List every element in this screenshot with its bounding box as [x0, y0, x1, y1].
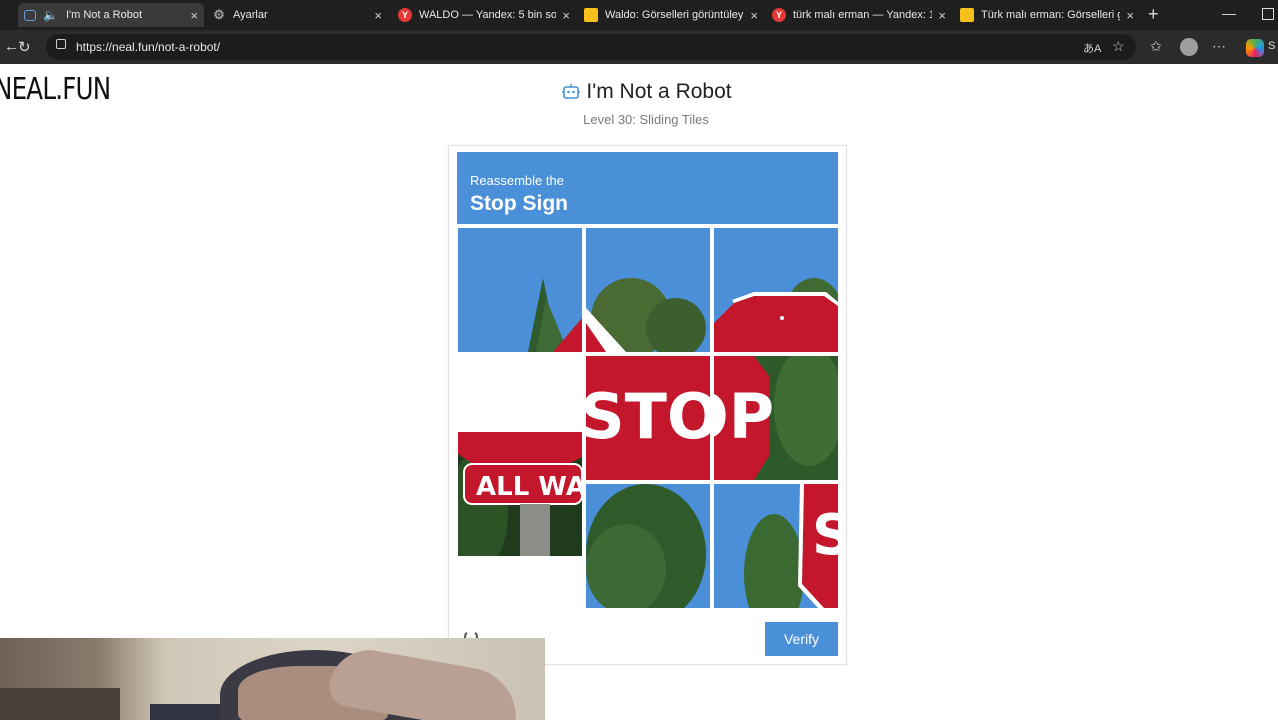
sliding-tile-grid: STO OP ALL WAY: [458, 228, 838, 608]
speaker-icon[interactable]: 🔈: [43, 8, 58, 22]
page-title: I'm Not a Robot: [562, 80, 732, 104]
captcha-instruction: Reassemble the: [470, 173, 564, 188]
new-tab-button[interactable]: +: [1148, 4, 1159, 25]
tab-title: türk malı erman — Yandex: 1: [793, 9, 933, 21]
captcha-target: Stop Sign: [470, 192, 568, 215]
url-text[interactable]: https://neal.fun/not-a-robot/: [76, 40, 220, 54]
image-search-icon: [960, 8, 974, 22]
tab-waldo-images[interactable]: Waldo: Görselleri görüntüley ×: [578, 3, 764, 27]
tab-bar: 🔈 I'm Not a Robot × ⚙ Ayarlar × Y WALDO …: [0, 0, 1278, 30]
favorite-star-icon[interactable]: ☆: [1112, 38, 1125, 55]
puzzle-tile[interactable]: STO: [586, 356, 710, 480]
favorites-icon[interactable]: ✩: [1150, 38, 1162, 55]
robot-icon: [562, 84, 581, 99]
tab-turk-mali-images[interactable]: Türk malı erman: Görselleri g ×: [954, 3, 1140, 27]
address-bar: ← ↻ https://neal.fun/not-a-robot/ あA ☆ ✩…: [0, 30, 1278, 64]
url-field[interactable]: https://neal.fun/not-a-robot/: [46, 34, 1136, 60]
svg-text:ALL WAY: ALL WAY: [476, 472, 582, 502]
sidebar-label: S: [1268, 40, 1276, 52]
close-tab-icon[interactable]: ×: [190, 8, 198, 23]
puzzle-tile[interactable]: [586, 484, 710, 608]
close-tab-icon[interactable]: ×: [562, 8, 570, 23]
close-tab-icon[interactable]: ×: [750, 8, 758, 23]
site-info-icon[interactable]: [56, 39, 66, 49]
robot-icon: [24, 9, 36, 21]
more-menu-icon[interactable]: ⋯: [1212, 38, 1226, 55]
close-tab-icon[interactable]: ×: [1126, 8, 1134, 23]
puzzle-tile[interactable]: S: [714, 484, 838, 608]
puzzle-tile[interactable]: OP: [714, 356, 838, 480]
puzzle-tile[interactable]: [714, 228, 838, 352]
svg-text:S: S: [812, 503, 838, 568]
minimize-icon[interactable]: —: [1222, 5, 1236, 21]
reload-icon[interactable]: ↻: [18, 38, 31, 56]
level-subtitle: Level 30: Sliding Tiles: [583, 112, 709, 127]
webcam-overlay: [0, 638, 545, 720]
tab-waldo-yandex[interactable]: Y WALDO — Yandex: 5 bin son ×: [392, 3, 576, 27]
page-header: I'm Not a Robot: [0, 80, 1278, 105]
tab-title: Waldo: Görselleri görüntüley: [605, 9, 744, 21]
webcam-background-shelf: [0, 688, 120, 720]
tab-turk-mali-yandex[interactable]: Y türk malı erman — Yandex: 1 ×: [766, 3, 952, 27]
page-title-text: I'm Not a Robot: [586, 80, 732, 103]
puzzle-tile[interactable]: ALL WAY: [458, 432, 582, 556]
tab-title: Ayarlar: [233, 9, 268, 21]
captcha-header: Reassemble the Stop Sign: [457, 152, 838, 224]
maximize-icon[interactable]: [1262, 8, 1274, 20]
captcha-panel: Reassemble the Stop Sign STO P ALL WA S: [448, 145, 847, 665]
yandex-icon: Y: [398, 8, 412, 22]
close-tab-icon[interactable]: ×: [938, 8, 946, 23]
svg-text:OP: OP: [714, 380, 774, 453]
tab-title: Türk malı erman: Görselleri g: [981, 9, 1121, 21]
back-icon[interactable]: ←: [4, 38, 19, 55]
image-search-icon: [584, 8, 598, 22]
translate-icon[interactable]: あA: [1083, 40, 1101, 56]
verify-button[interactable]: Verify: [765, 622, 838, 656]
puzzle-tile[interactable]: [458, 228, 582, 352]
gear-icon: ⚙: [213, 7, 225, 22]
close-tab-icon[interactable]: ×: [374, 8, 382, 23]
tab-title: I'm Not a Robot: [65, 9, 143, 21]
tab-not-a-robot[interactable]: 🔈 I'm Not a Robot ×: [18, 3, 204, 27]
tab-ayarlar[interactable]: ⚙ Ayarlar ×: [206, 3, 388, 27]
yandex-icon: Y: [772, 8, 786, 22]
tab-title: WALDO — Yandex: 5 bin son: [419, 9, 557, 21]
puzzle-tile[interactable]: [586, 228, 710, 352]
copilot-icon[interactable]: [1246, 39, 1264, 57]
svg-text:STO: STO: [586, 380, 710, 453]
profile-avatar[interactable]: [1180, 38, 1198, 56]
